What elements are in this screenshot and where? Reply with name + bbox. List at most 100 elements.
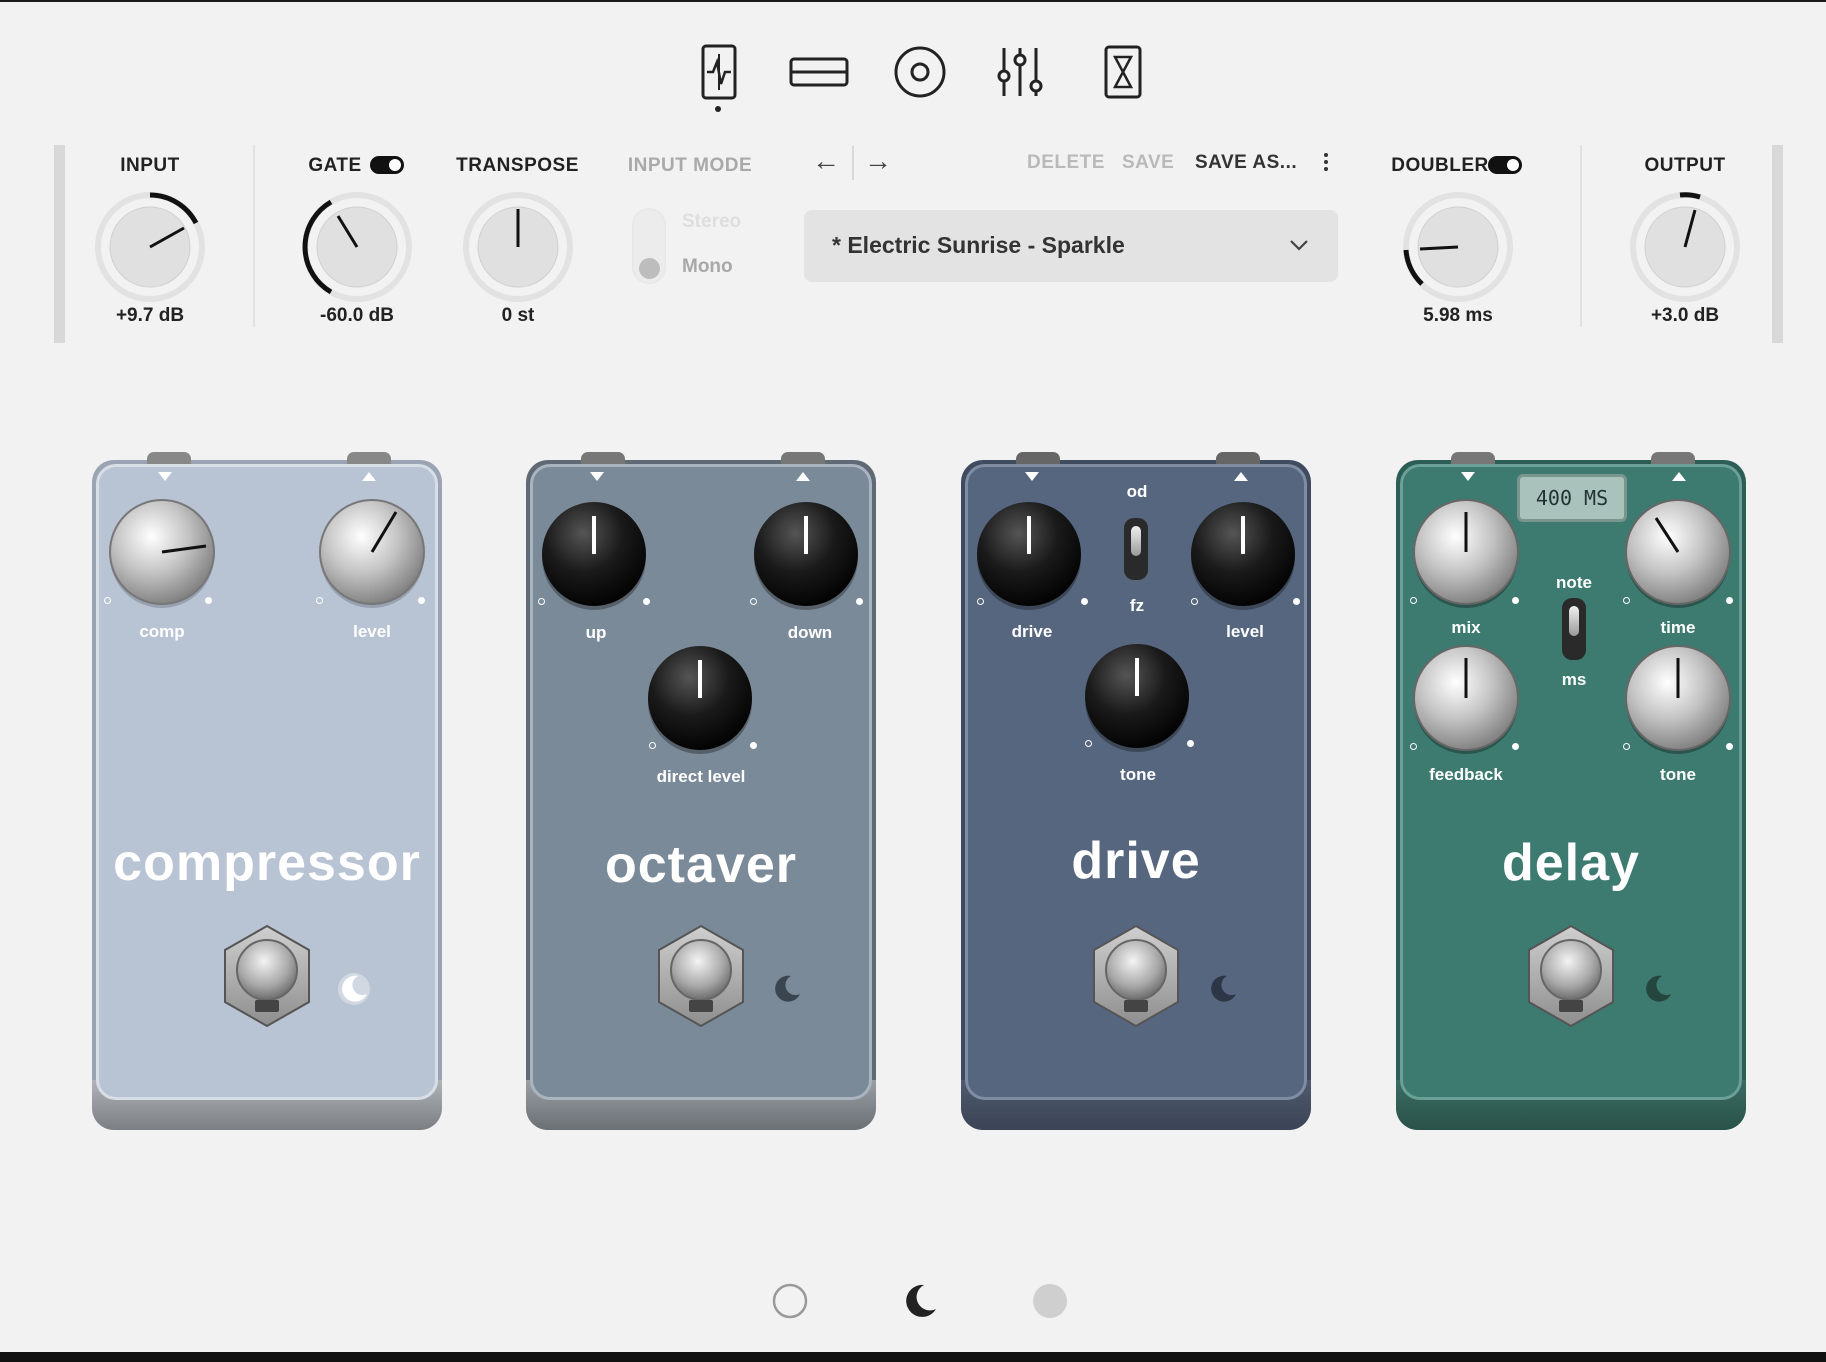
input-mode-mono[interactable]: Mono [682, 256, 733, 278]
feedback-label: feedback [1429, 765, 1503, 784]
tuner-icon[interactable] [687, 40, 751, 104]
left-strip-edge [54, 145, 65, 343]
right-strip-edge [1772, 145, 1783, 343]
doubler-toggle[interactable] [1488, 156, 1522, 174]
pedal-name: drive [1071, 832, 1201, 890]
min-indicator [316, 597, 323, 604]
od-fz-toggle[interactable] [1124, 518, 1148, 580]
footswitch[interactable] [1517, 922, 1625, 1030]
time-knob[interactable] [1622, 496, 1734, 608]
input-knob[interactable] [95, 192, 205, 302]
gate-value: -60.0 dB [320, 305, 394, 326]
tone-label: tone [1120, 765, 1156, 784]
more-options-icon[interactable] [1314, 150, 1338, 180]
dark-theme-moon-icon[interactable] [902, 1283, 938, 1319]
max-indicator [750, 742, 757, 749]
od-label: od [1126, 482, 1148, 501]
footswitch[interactable] [1082, 922, 1190, 1030]
delay-pedal: mix time feedback tone note ms delay [1396, 452, 1746, 1130]
gate-label: GATE [308, 155, 362, 176]
doubler-knob[interactable] [1403, 192, 1513, 302]
min-indicator [538, 598, 545, 605]
transpose-label: TRANSPOSE [456, 155, 579, 176]
gate-toggle[interactable] [370, 156, 404, 174]
time-label: time [1660, 618, 1696, 637]
top-border [0, 0, 1826, 2]
preset-name: * Electric Sunrise - Sparkle [832, 232, 1125, 258]
min-indicator [1623, 597, 1630, 604]
drive-pedal: drive level tone od fz drive [961, 452, 1311, 1130]
level-knob[interactable] [316, 496, 428, 608]
transpose-knob[interactable] [463, 192, 573, 302]
drive-knob[interactable] [973, 498, 1085, 610]
output-arrow-icon [796, 472, 810, 481]
moon-icon [1646, 975, 1671, 1002]
redo-arrow-icon[interactable]: → [864, 145, 892, 177]
top-navigation [0, 40, 1826, 120]
max-indicator [1512, 597, 1519, 604]
amp-icon[interactable] [787, 40, 851, 104]
tone-knob[interactable] [1622, 642, 1734, 754]
input-arrow-icon [590, 472, 604, 481]
drive-label: drive [1011, 622, 1053, 641]
tone-label: tone [1660, 765, 1696, 784]
input-mode-stereo[interactable]: Stereo [682, 211, 741, 233]
level-knob[interactable] [1187, 498, 1299, 610]
footswitch[interactable] [213, 922, 321, 1030]
delay-time-display: 400 MS [1517, 474, 1627, 522]
tone-knob[interactable] [1081, 640, 1193, 752]
max-indicator [418, 597, 425, 604]
moon-icon [775, 975, 800, 1002]
speaker-icon[interactable] [888, 40, 952, 104]
mix-label: mix [1451, 618, 1481, 637]
output-knob[interactable] [1630, 192, 1740, 302]
direct-level-label: direct level [656, 767, 746, 786]
doubler-label: DOUBLER [1391, 155, 1489, 176]
gate-knob[interactable] [302, 192, 412, 302]
max-indicator [1293, 598, 1300, 605]
note-ms-toggle[interactable] [1562, 598, 1586, 660]
max-indicator [1726, 743, 1733, 750]
input-arrow-icon [1025, 472, 1039, 481]
pedal-name: octaver [605, 836, 797, 894]
delete-button[interactable]: DELETE [1027, 152, 1105, 174]
max-indicator [1726, 597, 1733, 604]
output-arrow-icon [1672, 472, 1686, 481]
undo-arrow-icon[interactable]: ← [812, 145, 840, 177]
max-indicator [856, 598, 863, 605]
min-indicator [1410, 597, 1417, 604]
mix-knob[interactable] [1410, 496, 1522, 608]
min-indicator [1085, 740, 1092, 747]
active-nav-indicator [715, 106, 721, 112]
min-indicator [1410, 743, 1417, 750]
min-indicator [104, 597, 111, 604]
down-knob[interactable] [750, 498, 862, 610]
light-theme-icon[interactable] [772, 1283, 808, 1319]
preset-dropdown[interactable]: * Electric Sunrise - Sparkle [804, 210, 1338, 282]
save-button[interactable]: SAVE [1122, 152, 1174, 174]
input-mode-knob [639, 258, 660, 279]
direct-level-knob[interactable] [644, 642, 756, 754]
input-mode-label: INPUT MODE [627, 155, 753, 176]
input-arrow-icon [158, 472, 172, 481]
up-knob[interactable] [538, 498, 650, 610]
pedal-name: delay [1502, 834, 1640, 892]
moon-icon [338, 973, 370, 1005]
dim-theme-icon[interactable] [1032, 1283, 1068, 1319]
max-indicator [205, 597, 212, 604]
moon-icon [1211, 975, 1236, 1002]
feedback-knob[interactable] [1410, 642, 1522, 754]
footswitch[interactable] [647, 922, 755, 1030]
save-as-button[interactable]: SAVE AS... [1195, 152, 1297, 174]
timer-icon[interactable] [1091, 40, 1155, 104]
ms-label: ms [1561, 670, 1587, 689]
min-indicator [1623, 743, 1630, 750]
up-label: up [585, 623, 607, 642]
output-arrow-icon [1234, 472, 1248, 481]
chevron-down-icon [1290, 240, 1308, 251]
pedal-name: compressor [113, 834, 421, 892]
min-indicator [977, 598, 984, 605]
mixer-icon[interactable] [990, 40, 1054, 104]
transpose-value: 0 st [501, 305, 535, 326]
comp-knob[interactable] [106, 496, 218, 608]
